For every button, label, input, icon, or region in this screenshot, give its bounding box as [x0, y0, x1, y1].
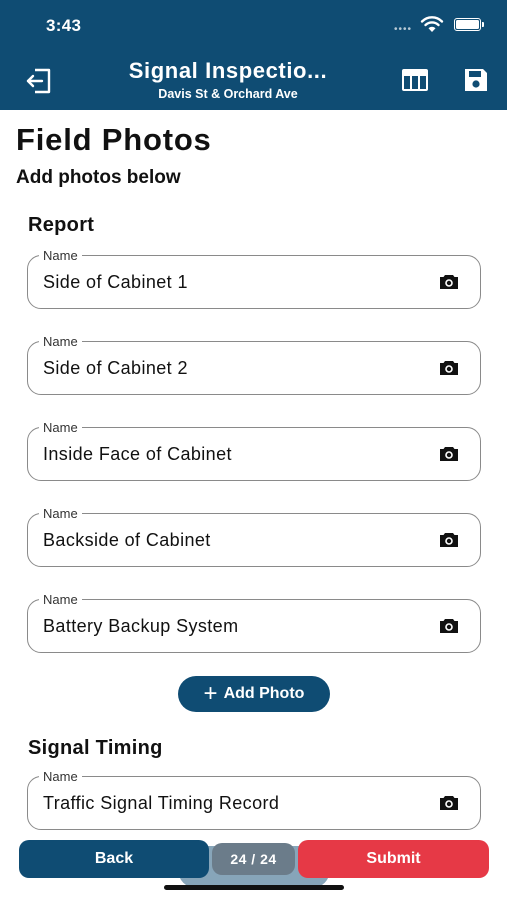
camera-icon[interactable]: [439, 446, 459, 462]
exit-icon[interactable]: [24, 66, 54, 96]
field-label: Name: [39, 506, 82, 521]
photo-field[interactable]: Name Inside Face of Cabinet: [27, 420, 481, 481]
app-title: Signal Inspectio...: [128, 58, 328, 83]
signal-dots-icon: ••••: [394, 24, 413, 35]
camera-icon[interactable]: [439, 274, 459, 290]
plus-icon: +: [203, 680, 218, 707]
field-label: Name: [39, 248, 82, 263]
section-title-report: Report: [28, 214, 95, 236]
photo-field[interactable]: Name Side of Cabinet 1: [27, 248, 481, 309]
photo-field[interactable]: Name Backside of Cabinet: [27, 506, 481, 567]
field-value: Traffic Signal Timing Record: [43, 793, 280, 813]
app-header: 3:43 •••• Signal Inspectio... Davis St &…: [0, 0, 507, 110]
camera-icon[interactable]: [439, 360, 459, 376]
page-title: Field Photos: [16, 122, 212, 157]
field-value: Backside of Cabinet: [43, 530, 211, 550]
field-label: Name: [39, 420, 82, 435]
app-subtitle: Davis St & Orchard Ave: [158, 87, 298, 101]
submit-button[interactable]: Submit: [298, 840, 489, 878]
photo-field[interactable]: Name Battery Backup System: [27, 592, 481, 653]
wifi-icon: [420, 16, 444, 32]
battery-icon: [454, 18, 484, 31]
photo-field[interactable]: Name Side of Cabinet 2: [27, 334, 481, 395]
save-icon[interactable]: [462, 66, 490, 94]
table-icon[interactable]: [401, 68, 429, 92]
camera-icon[interactable]: [439, 618, 459, 634]
field-value: Side of Cabinet 1: [43, 272, 188, 292]
back-button[interactable]: Back: [19, 840, 209, 878]
field-value: Inside Face of Cabinet: [43, 444, 232, 464]
camera-icon[interactable]: [439, 532, 459, 548]
field-label: Name: [39, 334, 82, 349]
camera-icon[interactable]: [439, 795, 459, 811]
add-photo-label: Add Photo: [223, 685, 305, 702]
section-title-signal-timing: Signal Timing: [28, 737, 163, 759]
field-label: Name: [39, 592, 82, 607]
page-subtitle: Add photos below: [16, 167, 181, 188]
field-label: Name: [39, 769, 82, 784]
field-value: Battery Backup System: [43, 616, 239, 636]
page-counter: 24 / 24: [212, 843, 295, 875]
add-photo-button[interactable]: + Add Photo: [178, 676, 330, 712]
home-indicator[interactable]: [164, 885, 344, 890]
status-time: 3:43: [46, 16, 82, 35]
field-value: Side of Cabinet 2: [43, 358, 188, 378]
photo-field[interactable]: Name Traffic Signal Timing Record: [27, 769, 481, 830]
header-title-block: Signal Inspectio... Davis St & Orchard A…: [90, 58, 366, 101]
